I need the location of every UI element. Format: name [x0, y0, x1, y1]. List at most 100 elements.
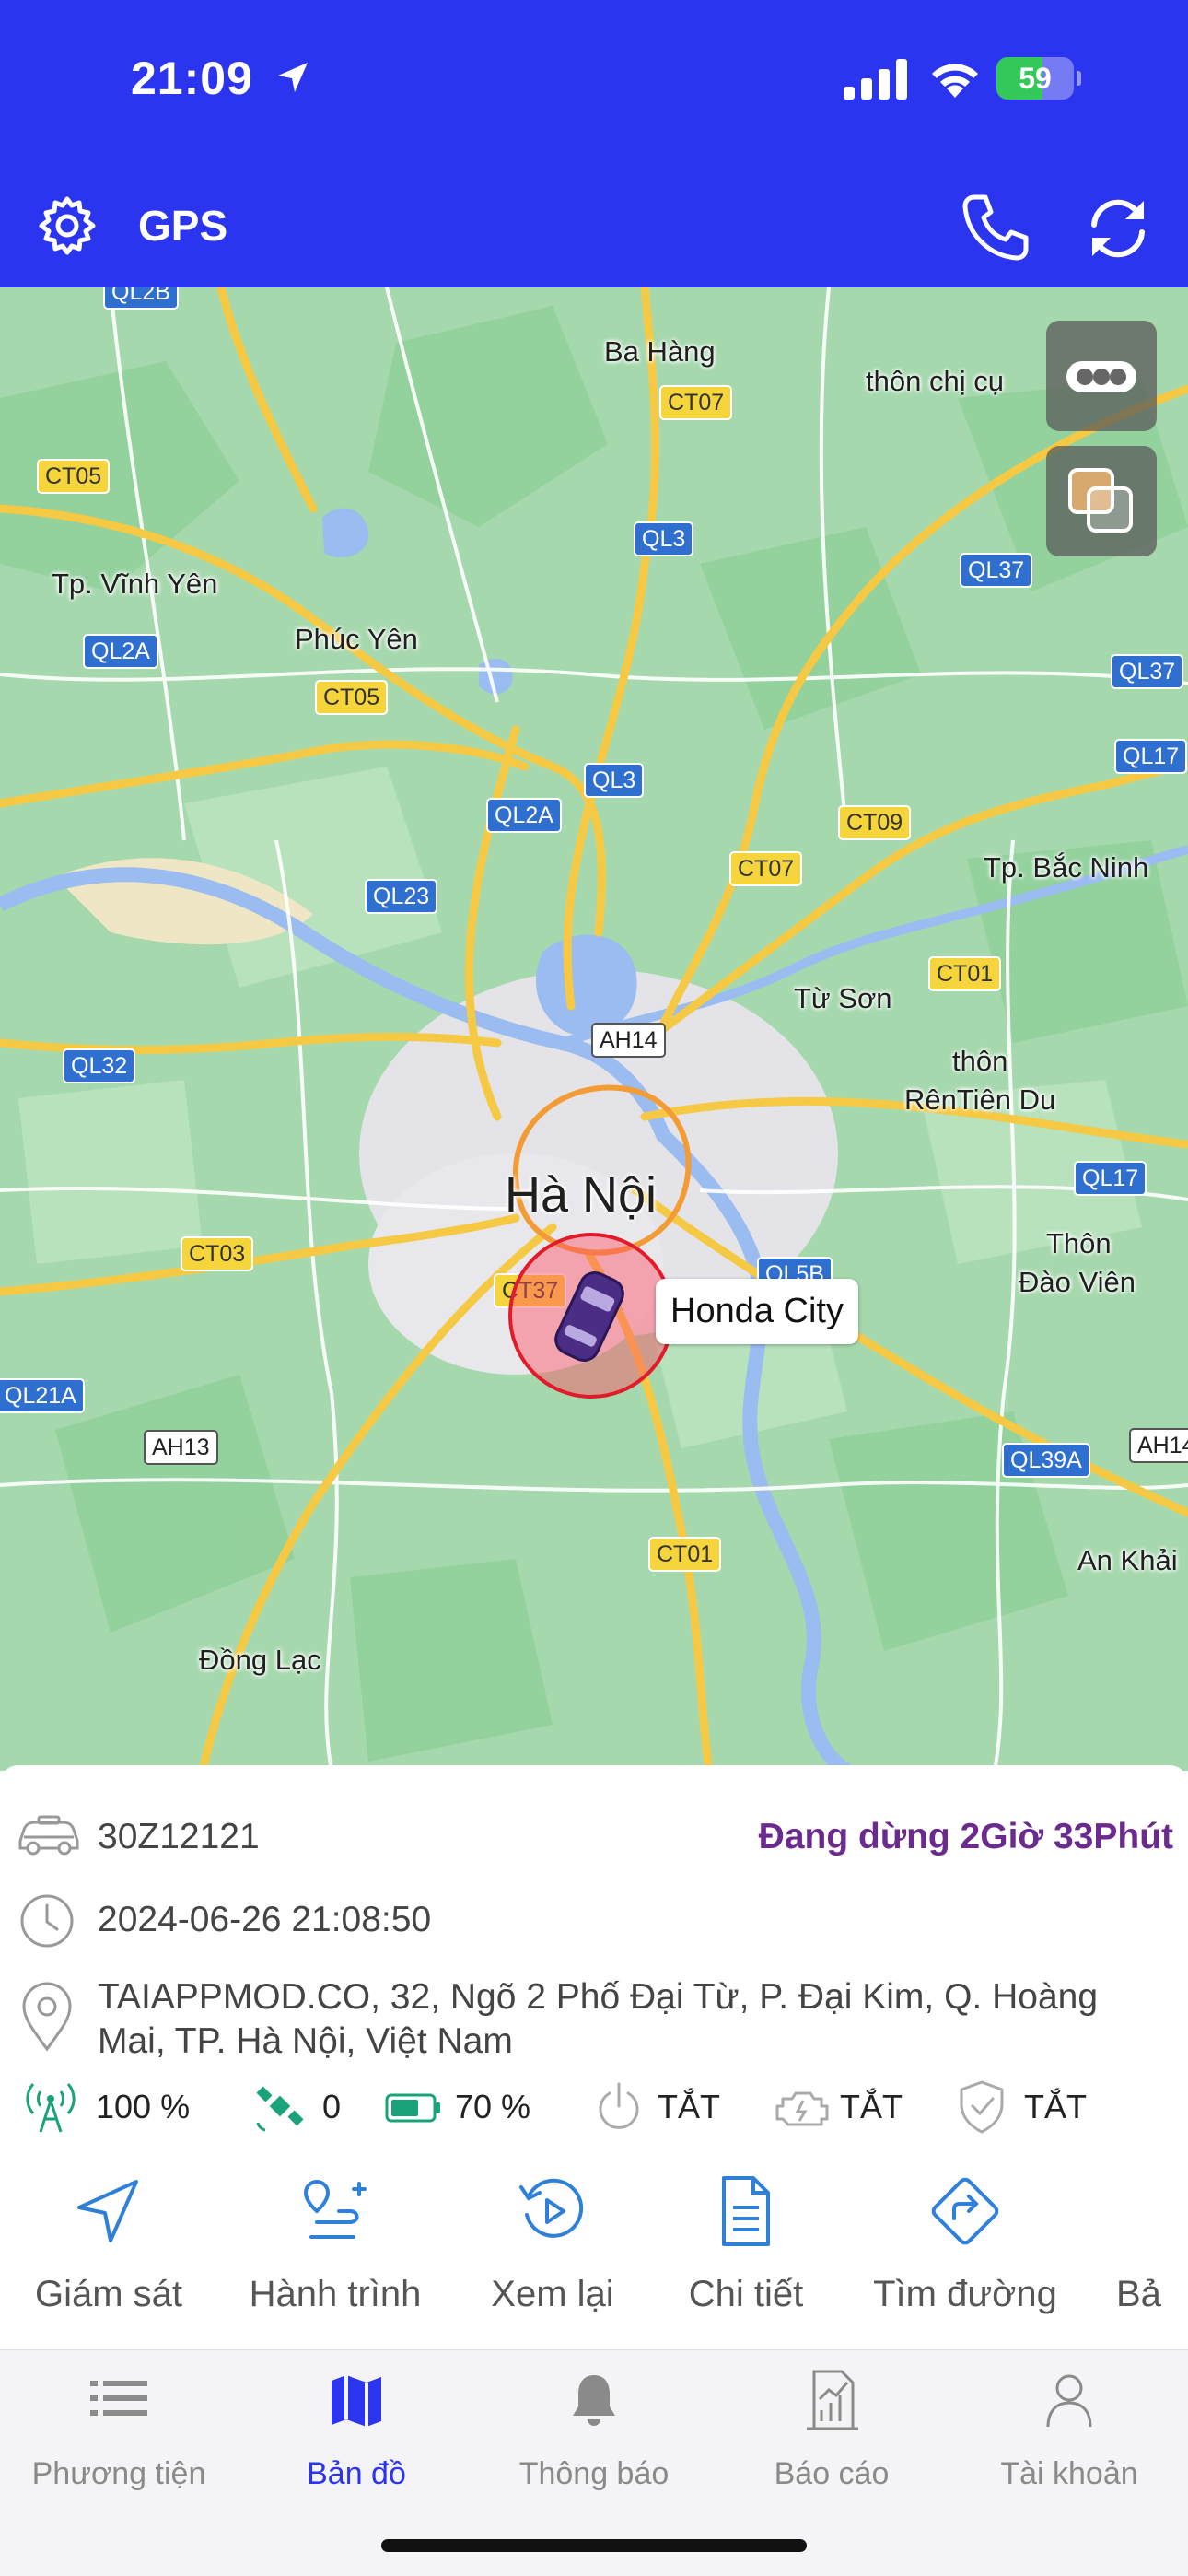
road-shield: QL39A [1002, 1443, 1090, 1478]
status-time: 21:09 [131, 53, 253, 104]
road-shield: CT05 [37, 459, 111, 494]
road-shield: QL17 [1074, 1161, 1147, 1196]
tab-map-label: Bản đồ [307, 2456, 406, 2491]
road-shield: AH14 [591, 1023, 666, 1058]
user-icon [1046, 2374, 1092, 2428]
map-label-vinh-yen: Tp. Vĩnh Yên [52, 568, 218, 600]
map-label-an-khai: An Khải [1077, 1544, 1178, 1576]
map-view[interactable]: Ba Hàng thôn chị cụ Tp. Vĩnh Yên Phúc Yê… [0, 287, 1188, 1771]
battery-percent: 59 [1019, 62, 1052, 95]
stat-engine-value: TẮT [840, 2088, 903, 2125]
road-shield: QL3 [584, 763, 645, 798]
list-icon [90, 2381, 147, 2416]
stat-guard-value: TẮT [1024, 2088, 1087, 2125]
tab-reports-label: Báo cáo [774, 2456, 890, 2491]
road-shield: QL37 [960, 553, 1033, 588]
action-route-history-label: Hành trình [249, 2274, 422, 2314]
action-map-overflow-label: Bả [1116, 2274, 1161, 2314]
road-shield: CT05 [315, 680, 389, 715]
tab-reports[interactable]: Báo cáo [713, 2368, 950, 2497]
refresh-icon[interactable] [1083, 193, 1153, 263]
action-replay[interactable]: Xem lại [451, 2174, 654, 2322]
navigation-arrow-icon [77, 2180, 138, 2242]
tab-vehicles[interactable]: Phương tiện [0, 2368, 238, 2497]
map-more-button[interactable] [1046, 321, 1157, 431]
tab-account-label: Tài khoản [1000, 2456, 1138, 2491]
map-label-phuc-yen: Phúc Yên [295, 623, 418, 655]
document-icon [722, 2176, 770, 2246]
tab-account[interactable]: Tài khoản [950, 2368, 1188, 2497]
tab-notifications[interactable]: Thông báo [475, 2368, 713, 2497]
stat-battery: 70 % [385, 2078, 569, 2134]
road-shield: QL2A [486, 798, 562, 833]
map-layers-button[interactable] [1046, 446, 1157, 556]
vehicle-address: TAIAPPMOD.CO, 32, Ngõ 2 Phố Đại Từ, P. Đ… [98, 1977, 1099, 2061]
shield-check-icon [960, 2080, 1004, 2134]
satellite-icon [256, 2086, 304, 2132]
action-details-label: Chi tiết [688, 2274, 804, 2314]
road-shield: QL17 [1114, 739, 1188, 774]
gear-icon[interactable] [37, 195, 98, 256]
report-chart-icon [807, 2370, 858, 2430]
map-label-thon-chi-cu: thôn chị cụ [866, 365, 1004, 397]
home-indicator[interactable] [381, 2539, 807, 2552]
tab-map[interactable]: Bản đồ [238, 2368, 475, 2497]
stat-guard: TẮT [956, 2078, 1103, 2134]
map-label-ren-tien-du: RênTiên Du [904, 1083, 1056, 1116]
battery-icon [385, 2093, 440, 2123]
stat-battery-value: 70 % [455, 2088, 531, 2125]
action-monitor[interactable]: Giám sát [7, 2174, 210, 2322]
stat-power: TẮT [593, 2078, 740, 2134]
app-header: 21:09 59 GPS [0, 0, 1188, 287]
power-icon [599, 2082, 639, 2129]
wifi-icon [932, 64, 978, 98]
engine-icon [775, 2091, 829, 2126]
vehicle-map-label[interactable]: Honda City [656, 1279, 858, 1344]
replay-icon [519, 2178, 584, 2238]
more-icon [1066, 361, 1136, 392]
map-label-thon-2: Thôn [1046, 1227, 1112, 1259]
route-icon [303, 2179, 367, 2239]
layers-icon [1068, 468, 1133, 533]
tab-vehicles-label: Phương tiện [31, 2456, 206, 2491]
map-label-tu-son: Từ Sơn [794, 982, 892, 1014]
phone-icon[interactable] [958, 190, 1031, 263]
road-shield: QL2B [103, 287, 179, 310]
location-pin-icon [22, 1982, 72, 2052]
map-label-dong-lac: Đồng Lạc [199, 1644, 321, 1676]
road-shield: AH14 [1129, 1428, 1188, 1463]
road-shield: CT01 [928, 956, 1002, 991]
map-label-ha-noi: Hà Nội [505, 1167, 658, 1223]
action-directions[interactable]: Tìm đường [864, 2174, 1066, 2322]
stat-satellites-value: 0 [322, 2088, 342, 2125]
stat-signal: 100 % [26, 2078, 210, 2134]
road-shield: CT07 [659, 385, 733, 420]
road-shield: CT01 [648, 1537, 722, 1572]
map-label-dao-vien: Đào Viên [1019, 1266, 1136, 1298]
action-monitor-label: Giám sát [34, 2274, 183, 2314]
action-details[interactable]: Chi tiết [645, 2174, 847, 2322]
stat-engine: TẮT [772, 2078, 919, 2134]
road-shield: QL3 [634, 521, 694, 556]
vehicle-state: Đang dừng 2Giờ 33Phút [758, 1817, 1173, 1856]
action-route-history[interactable]: Hành trình [234, 2174, 437, 2322]
map-label-thon: thôn [952, 1045, 1008, 1077]
vehicle-datetime: 2024-06-26 21:08:50 [98, 1900, 432, 1939]
action-directions-label: Tìm đường [873, 2274, 1057, 2314]
car-icon [18, 1815, 79, 1856]
road-shield: QL37 [1111, 654, 1184, 689]
road-shield: QL32 [63, 1048, 136, 1083]
action-map-overflow[interactable]: Bả [1111, 2174, 1188, 2322]
directions-icon [931, 2177, 999, 2245]
clock-icon [20, 1894, 74, 1948]
tab-notifications-label: Thông báo [518, 2456, 670, 2491]
battery-indicator: 59 [996, 57, 1081, 100]
vehicle-plate: 30Z12121 [98, 1817, 260, 1856]
road-shield: AH13 [144, 1430, 218, 1465]
bell-icon [573, 2375, 615, 2426]
road-shield: QL21A [0, 1378, 85, 1413]
page-title: GPS [138, 202, 228, 250]
location-arrow-icon [278, 63, 308, 92]
car-marker-icon[interactable] [553, 1266, 626, 1367]
signal-tower-icon [26, 2083, 76, 2133]
